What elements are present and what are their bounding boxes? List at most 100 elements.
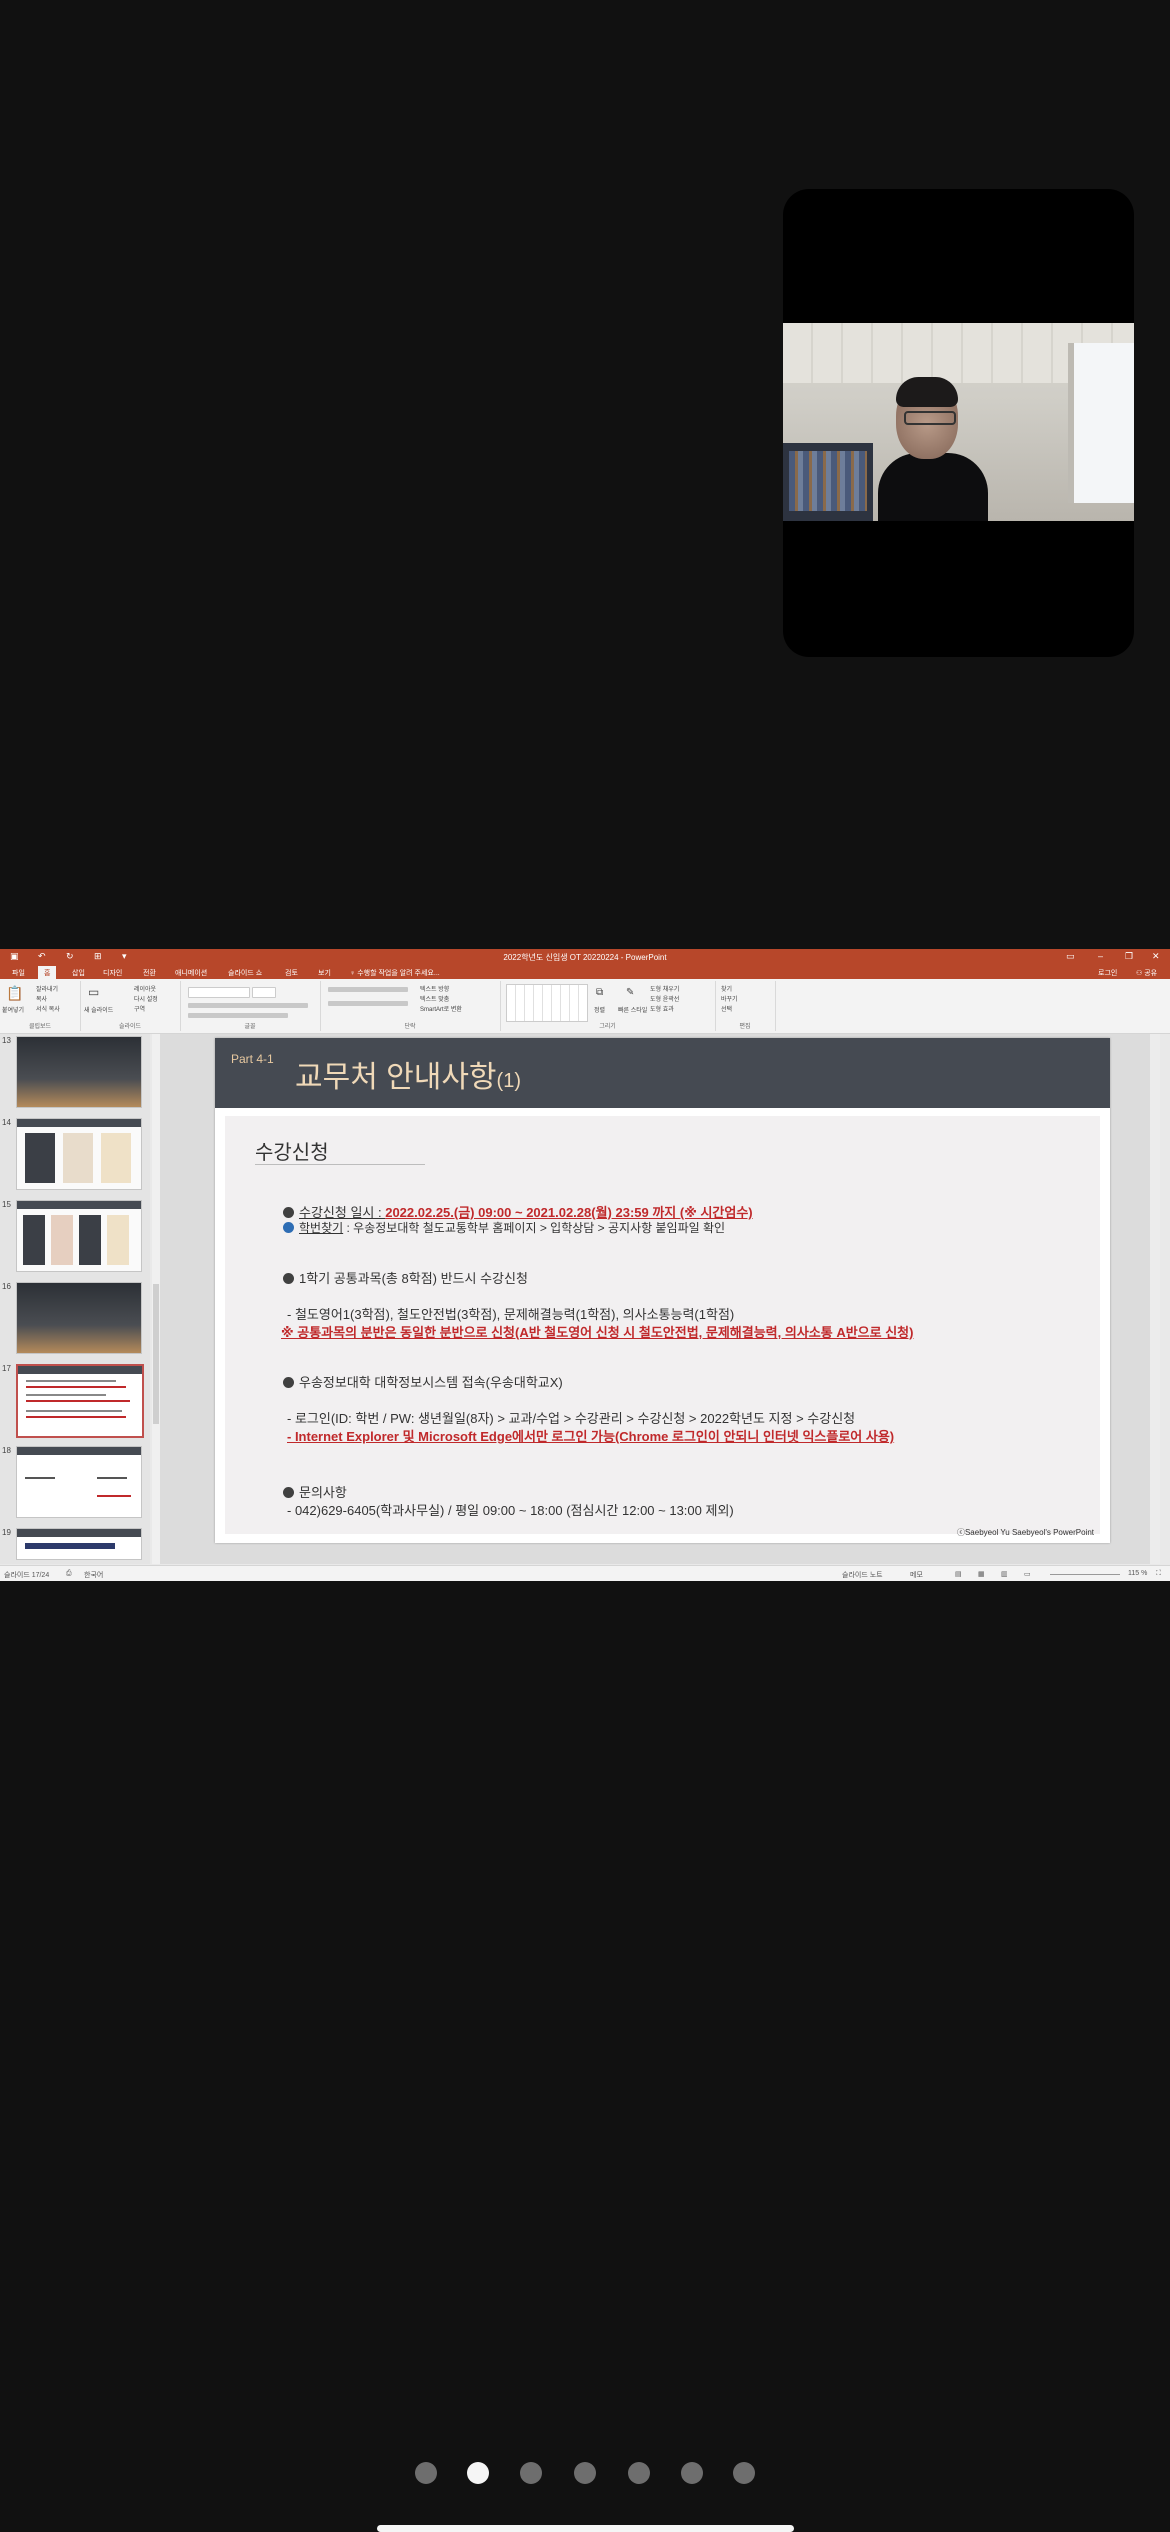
slide-thumbnail-active[interactable] — [16, 1364, 144, 1438]
inquiry-line: 문의사항 — [283, 1482, 347, 1501]
font-name-box[interactable] — [188, 987, 250, 998]
close-icon[interactable]: ✕ — [1152, 951, 1160, 962]
shape-fill-button[interactable]: 도형 채우기 — [650, 984, 679, 993]
zoom-slider[interactable] — [1050, 1574, 1120, 1575]
tab-review[interactable]: 검토 — [285, 968, 298, 978]
page-dot[interactable] — [415, 2462, 437, 2484]
align-buttons[interactable] — [328, 1001, 408, 1006]
slide-thumbnail[interactable] — [16, 1118, 142, 1190]
text-direction-button[interactable]: 텍스트 방향 — [420, 984, 449, 993]
editor-scrollbar[interactable] — [1150, 1034, 1160, 1564]
sorter-view-icon[interactable]: ▦ — [978, 1570, 985, 1578]
cut-button[interactable]: 잘라내기 — [36, 984, 58, 993]
layout-button[interactable]: 레이아웃 — [134, 984, 156, 993]
minimize-icon[interactable]: – — [1098, 951, 1103, 961]
paste-button[interactable]: 붙여넣기 — [2, 1005, 24, 1014]
tab-file[interactable]: 파일 — [12, 968, 25, 978]
format-painter-button[interactable]: 서식 복사 — [36, 1004, 60, 1013]
comments-button[interactable]: 메모 — [910, 1570, 923, 1580]
page-dot[interactable] — [733, 2462, 755, 2484]
status-bar: 슬라이드 17/24 ⎙ 한국어 슬라이드 노트 메모 ▤ ▦ ▥ ▭ 115 … — [0, 1565, 1170, 1581]
replace-button[interactable]: 바꾸기 — [721, 994, 738, 1003]
normal-view-icon[interactable]: ▤ — [955, 1570, 962, 1578]
home-indicator[interactable] — [377, 2525, 794, 2532]
video-tile[interactable] — [783, 189, 1134, 657]
bullet-icon — [283, 1377, 294, 1388]
reading-view-icon[interactable]: ▥ — [1001, 1570, 1008, 1578]
tab-animations[interactable]: 애니메이션 — [175, 968, 207, 978]
notes-button[interactable]: 슬라이드 노트 — [842, 1570, 883, 1580]
slide-title-main: 교무처 안내사항 — [295, 1061, 497, 1094]
font-label: 글꼴 — [244, 1024, 256, 1030]
student-id-line: 학번찾기 : 우송정보대학 철도교통학부 홈페이지 > 입학상담 > 공지사항 … — [283, 1219, 725, 1236]
maximize-icon[interactable]: ❐ — [1125, 951, 1133, 962]
language-indicator[interactable]: 한국어 — [84, 1570, 103, 1580]
thumb-number: 13 — [2, 1036, 11, 1045]
bullet-icon — [283, 1222, 294, 1233]
tab-view[interactable]: 보기 — [318, 968, 331, 978]
zoom-level[interactable]: 115 % — [1128, 1570, 1147, 1577]
paste-icon[interactable]: 📋 — [6, 985, 23, 1002]
page-dot[interactable] — [574, 2462, 596, 2484]
select-button[interactable]: 선택 — [721, 1004, 732, 1013]
participant-video — [783, 323, 1134, 521]
slide-thumbnail[interactable] — [16, 1036, 142, 1108]
spellcheck-icon[interactable]: ⎙ — [66, 1570, 72, 1578]
quick-styles-button[interactable]: 빠른 스타일 — [618, 1005, 647, 1014]
thumb-number: 18 — [2, 1446, 11, 1455]
title-bar: ▣ ↶ ↻ ⊞ ▾ 2022학년도 신입생 OT 20220224 - Powe… — [0, 949, 1170, 965]
page-dot[interactable] — [681, 2462, 703, 2484]
arrange-icon[interactable]: ⧉ — [596, 987, 603, 998]
new-slide-icon[interactable]: ▭ — [88, 985, 99, 999]
smartart-button[interactable]: SmartArt로 변환 — [420, 1004, 462, 1013]
shape-effects-button[interactable]: 도형 효과 — [650, 1004, 674, 1013]
clipboard-group: 📋 붙여넣기 잘라내기 복사 서식 복사 클립보드 — [0, 981, 81, 1031]
thumb-number: 15 — [2, 1200, 11, 1209]
slideshow-view-icon[interactable]: ▭ — [1024, 1570, 1031, 1578]
thumbnail-scrollbar[interactable] — [152, 1034, 160, 1564]
slide-thumbnail[interactable] — [16, 1200, 142, 1272]
bullet-icon — [283, 1207, 294, 1218]
font-format-row[interactable] — [188, 1003, 308, 1008]
signin-link[interactable]: 로그인 — [1098, 968, 1117, 978]
page-dot[interactable] — [628, 2462, 650, 2484]
tell-me-search[interactable]: ♀ 수행할 작업을 알려 주세요... — [350, 968, 440, 978]
page-dot[interactable] — [520, 2462, 542, 2484]
drawing-label: 그리기 — [599, 1024, 616, 1030]
tab-design[interactable]: 디자인 — [103, 968, 122, 978]
list-buttons[interactable] — [328, 987, 408, 992]
tell-me-hint: 수행할 작업을 알려 주세요... — [357, 970, 440, 977]
reset-button[interactable]: 다시 설정 — [134, 994, 158, 1003]
slide-thumbnail[interactable] — [16, 1528, 142, 1560]
arrange-button[interactable]: 정렬 — [594, 1005, 605, 1014]
course-list-line: - 철도영어1(3학점), 철도안전법(3학점), 문제해결능력(1학점), 의… — [287, 1307, 735, 1322]
shapes-gallery[interactable] — [506, 984, 588, 1022]
share-button[interactable]: ⚇ 공유 — [1136, 968, 1157, 978]
font-size-box[interactable] — [252, 987, 276, 998]
student-id-text: : 우송정보대학 철도교통학부 홈페이지 > 입학상담 > 공지사항 붙임파일 … — [343, 1221, 726, 1235]
current-slide[interactable]: Part 4-1 교무처 안내사항(1) 수강신청 수강신청 일시 : 2022… — [215, 1038, 1110, 1543]
lightbulb-icon: ♀ — [350, 970, 356, 977]
new-slide-button[interactable]: 새 슬라이드 — [84, 1005, 113, 1014]
slide-thumbnail[interactable] — [16, 1282, 142, 1354]
find-button[interactable]: 찾기 — [721, 984, 732, 993]
shape-outline-button[interactable]: 도형 윤곽선 — [650, 994, 679, 1003]
part-label: Part 4-1 — [231, 1052, 274, 1066]
registration-period-label: 수강신청 일시 : — [299, 1205, 386, 1220]
section-button[interactable]: 구역 — [134, 1004, 145, 1013]
student-id-label: 학번찾기 — [299, 1221, 344, 1235]
font-color-row[interactable] — [188, 1013, 288, 1018]
tab-slideshow[interactable]: 슬라이드 쇼 — [228, 968, 262, 978]
quick-styles-icon[interactable]: ✎ — [626, 987, 634, 998]
tab-transitions[interactable]: 전환 — [143, 968, 156, 978]
thumb-number: 16 — [2, 1282, 11, 1291]
copy-button[interactable]: 복사 — [36, 994, 47, 1003]
slide-title-sub: (1) — [496, 1070, 521, 1092]
tab-insert[interactable]: 삽입 — [72, 968, 85, 978]
align-text-button[interactable]: 텍스트 맞춤 — [420, 994, 449, 1003]
page-dot-active[interactable] — [467, 2462, 489, 2484]
editing-label: 편집 — [739, 1024, 751, 1030]
slide-thumbnail[interactable] — [16, 1446, 142, 1518]
ribbon-options-icon[interactable]: ▭ — [1066, 951, 1075, 962]
fit-window-icon[interactable]: ⛶ — [1156, 1570, 1161, 1578]
